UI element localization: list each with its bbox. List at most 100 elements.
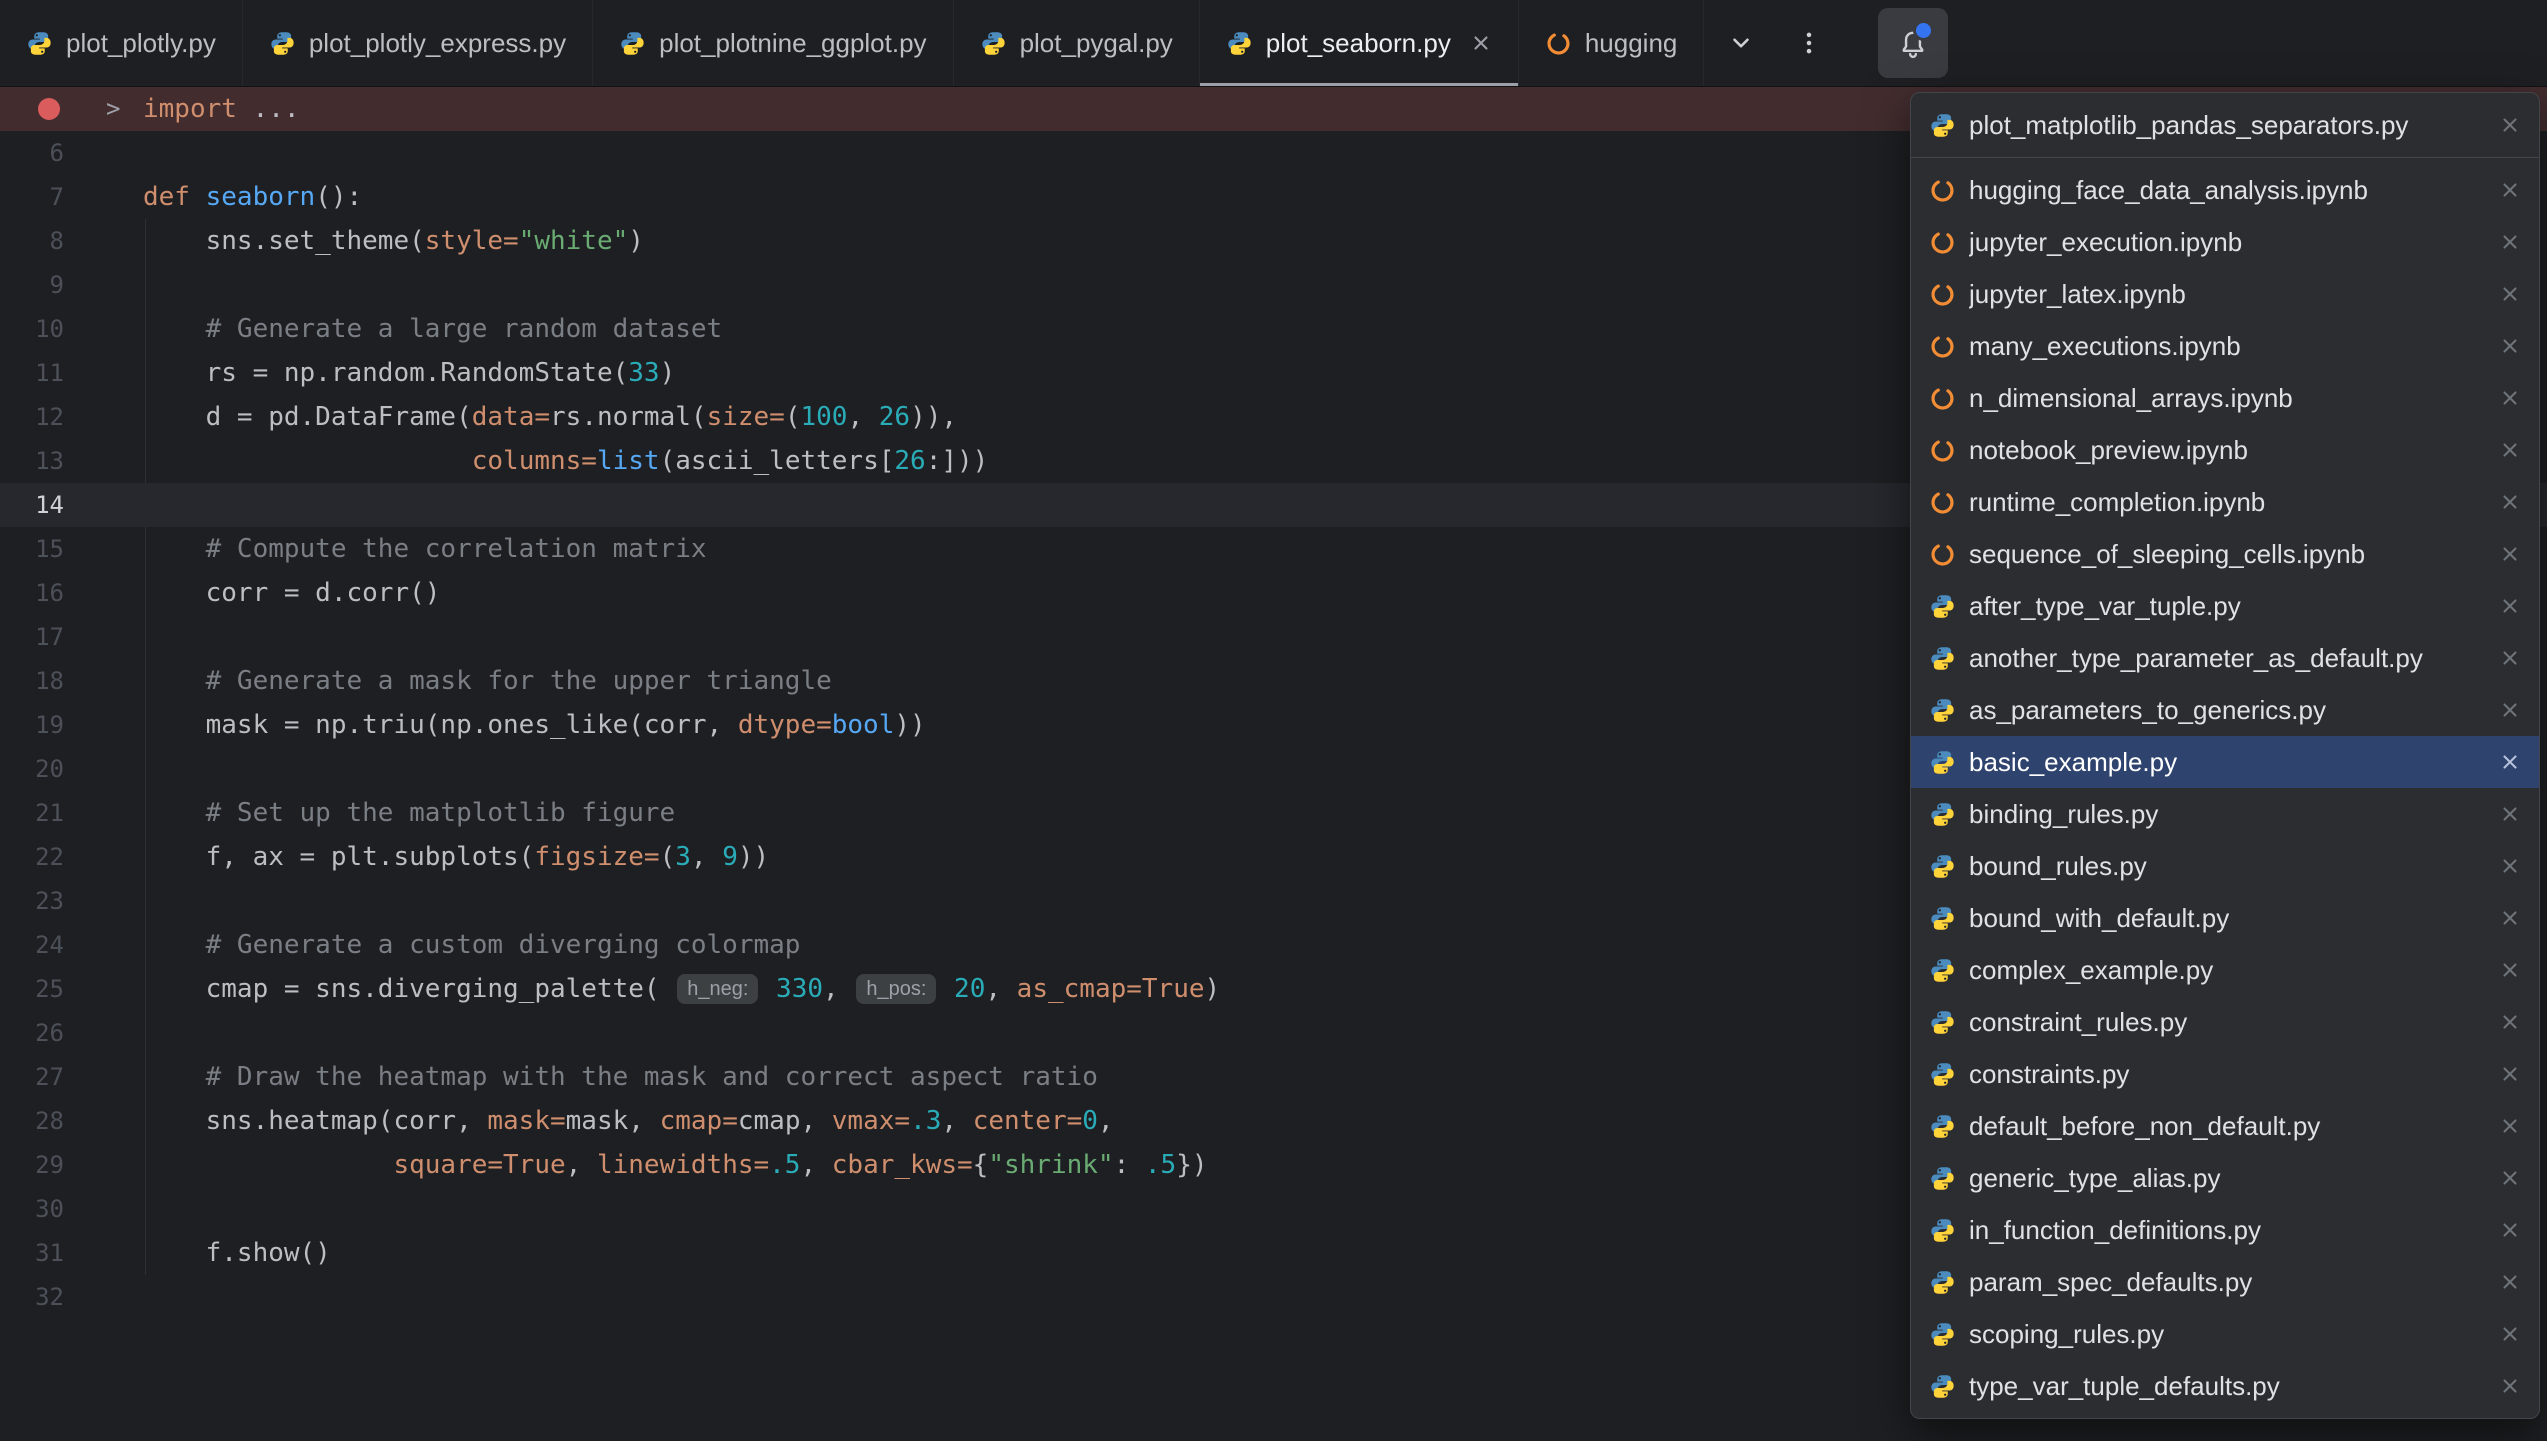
line-number[interactable]: 19 <box>0 711 100 739</box>
close-file-icon[interactable] <box>2499 283 2521 305</box>
breakpoint-icon[interactable] <box>38 98 60 120</box>
popup-item-as-parameters-to-generics-py[interactable]: as_parameters_to_generics.py <box>1911 684 2539 736</box>
code-line[interactable]: # Generate a mask for the upper triangle <box>100 659 832 703</box>
popup-item-n-dimensional-arrays-ipynb[interactable]: n_dimensional_arrays.ipynb <box>1911 372 2539 424</box>
code-line[interactable]: cmap = sns.diverging_palette( h_neg: 330… <box>100 967 1220 1011</box>
line-number[interactable]: 15 <box>0 535 100 563</box>
line-number[interactable]: 13 <box>0 447 100 475</box>
code-line[interactable]: mask = np.triu(np.ones_like(corr, dtype=… <box>100 703 926 747</box>
popup-item-generic-type-alias-py[interactable]: generic_type_alias.py <box>1911 1152 2539 1204</box>
code-line[interactable]: # Set up the matplotlib figure <box>100 791 675 835</box>
popup-item-after-type-var-tuple-py[interactable]: after_type_var_tuple.py <box>1911 580 2539 632</box>
tab-hugging[interactable]: hugging <box>1519 0 1705 86</box>
popup-item-param-spec-defaults-py[interactable]: param_spec_defaults.py <box>1911 1256 2539 1308</box>
code-line[interactable]: square=True, linewidths=.5, cbar_kws={"s… <box>100 1143 1208 1187</box>
fold-expand-icon[interactable]: > <box>106 94 120 122</box>
line-number[interactable]: 22 <box>0 843 100 871</box>
close-file-icon[interactable] <box>2499 855 2521 877</box>
line-number[interactable]: 30 <box>0 1195 100 1223</box>
code-line[interactable]: f, ax = plt.subplots(figsize=(3, 9)) <box>100 835 769 879</box>
tab-plot-seaborn-py[interactable]: plot_seaborn.py <box>1200 0 1519 86</box>
code-line[interactable]: columns=list(ascii_letters[26:])) <box>100 439 988 483</box>
popup-item-scoping-rules-py[interactable]: scoping_rules.py <box>1911 1308 2539 1360</box>
popup-item-constraint-rules-py[interactable]: constraint_rules.py <box>1911 996 2539 1048</box>
line-number[interactable]: 16 <box>0 579 100 607</box>
popup-item-bound-with-default-py[interactable]: bound_with_default.py <box>1911 892 2539 944</box>
tab-plot-plotly-py[interactable]: plot_plotly.py <box>0 0 243 86</box>
line-number[interactable]: 26 <box>0 1019 100 1047</box>
line-number[interactable]: 18 <box>0 667 100 695</box>
close-file-icon[interactable] <box>2499 1063 2521 1085</box>
line-number[interactable]: 29 <box>0 1151 100 1179</box>
code-line[interactable]: def seaborn(): <box>100 175 362 219</box>
close-file-icon[interactable] <box>2499 1271 2521 1293</box>
code-line[interactable]: f.show() <box>100 1231 331 1275</box>
popup-item-bound-rules-py[interactable]: bound_rules.py <box>1911 840 2539 892</box>
close-file-icon[interactable] <box>2499 387 2521 409</box>
tab-plot-pygal-py[interactable]: plot_pygal.py <box>954 0 1200 86</box>
line-number[interactable]: 27 <box>0 1063 100 1091</box>
popup-item-default-before-non-default-py[interactable]: default_before_non_default.py <box>1911 1100 2539 1152</box>
line-number[interactable]: 9 <box>0 271 100 299</box>
popup-item-complex-example-py[interactable]: complex_example.py <box>1911 944 2539 996</box>
line-number[interactable]: 14 <box>0 491 100 519</box>
tab-plot-plotnine-ggplot-py[interactable]: plot_plotnine_ggplot.py <box>593 0 953 86</box>
close-tab-icon[interactable] <box>1470 32 1492 54</box>
close-file-icon[interactable] <box>2499 231 2521 253</box>
line-number[interactable]: 32 <box>0 1283 100 1311</box>
close-file-icon[interactable] <box>2499 803 2521 825</box>
popup-item-in-function-definitions-py[interactable]: in_function_definitions.py <box>1911 1204 2539 1256</box>
popup-item-basic-example-py[interactable]: basic_example.py <box>1911 736 2539 788</box>
code-line[interactable]: # Compute the correlation matrix <box>100 527 707 571</box>
line-number[interactable]: 21 <box>0 799 100 827</box>
popup-item-plot-matplotlib-pandas-separators-py[interactable]: plot_matplotlib_pandas_separators.py <box>1911 99 2539 151</box>
code-line[interactable]: # Draw the heatmap with the mask and cor… <box>100 1055 1098 1099</box>
popup-item-jupyter-latex-ipynb[interactable]: jupyter_latex.ipynb <box>1911 268 2539 320</box>
close-file-icon[interactable] <box>2499 699 2521 721</box>
line-number[interactable]: 10 <box>0 315 100 343</box>
code-line[interactable]: d = pd.DataFrame(data=rs.normal(size=(10… <box>100 395 957 439</box>
code-line[interactable]: import ... <box>100 87 300 131</box>
code-line[interactable]: sns.set_theme(style="white") <box>100 219 644 263</box>
close-file-icon[interactable] <box>2499 1323 2521 1345</box>
code-line[interactable]: sns.heatmap(corr, mask=mask, cmap=cmap, … <box>100 1099 1114 1143</box>
line-number[interactable]: 17 <box>0 623 100 651</box>
close-file-icon[interactable] <box>2499 1375 2521 1397</box>
line-number[interactable]: 7 <box>0 183 100 211</box>
line-number[interactable]: 25 <box>0 975 100 1003</box>
popup-item-many-executions-ipynb[interactable]: many_executions.ipynb <box>1911 320 2539 372</box>
line-number[interactable]: 11 <box>0 359 100 387</box>
close-file-icon[interactable] <box>2499 1167 2521 1189</box>
line-number[interactable]: 28 <box>0 1107 100 1135</box>
code-line[interactable]: rs = np.random.RandomState(33) <box>100 351 675 395</box>
notifications-button[interactable] <box>1878 8 1948 78</box>
close-file-icon[interactable] <box>2499 1011 2521 1033</box>
line-number[interactable]: 23 <box>0 887 100 915</box>
more-options-button[interactable] <box>1782 16 1836 70</box>
line-number[interactable]: 6 <box>0 139 100 167</box>
close-file-icon[interactable] <box>2499 335 2521 357</box>
close-file-icon[interactable] <box>2499 1219 2521 1241</box>
popup-item-notebook-preview-ipynb[interactable]: notebook_preview.ipynb <box>1911 424 2539 476</box>
close-file-icon[interactable] <box>2499 959 2521 981</box>
line-number[interactable]: 8 <box>0 227 100 255</box>
code-line[interactable]: # Generate a large random dataset <box>100 307 722 351</box>
close-file-icon[interactable] <box>2499 751 2521 773</box>
close-file-icon[interactable] <box>2499 114 2521 136</box>
close-file-icon[interactable] <box>2499 647 2521 669</box>
code-line[interactable]: # Generate a custom diverging colormap <box>100 923 800 967</box>
hidden-tabs-chevron-button[interactable] <box>1714 16 1768 70</box>
popup-item-type-var-tuple-defaults-py[interactable]: type_var_tuple_defaults.py <box>1911 1360 2539 1412</box>
line-number[interactable]: 31 <box>0 1239 100 1267</box>
close-file-icon[interactable] <box>2499 179 2521 201</box>
popup-item-hugging-face-data-analysis-ipynb[interactable]: hugging_face_data_analysis.ipynb <box>1911 164 2539 216</box>
popup-item-another-type-parameter-as-default-py[interactable]: another_type_parameter_as_default.py <box>1911 632 2539 684</box>
close-file-icon[interactable] <box>2499 1115 2521 1137</box>
tab-plot-plotly-express-py[interactable]: plot_plotly_express.py <box>243 0 593 86</box>
close-file-icon[interactable] <box>2499 439 2521 461</box>
line-number[interactable]: 12 <box>0 403 100 431</box>
close-file-icon[interactable] <box>2499 907 2521 929</box>
close-file-icon[interactable] <box>2499 595 2521 617</box>
popup-item-binding-rules-py[interactable]: binding_rules.py <box>1911 788 2539 840</box>
line-number[interactable]: 20 <box>0 755 100 783</box>
